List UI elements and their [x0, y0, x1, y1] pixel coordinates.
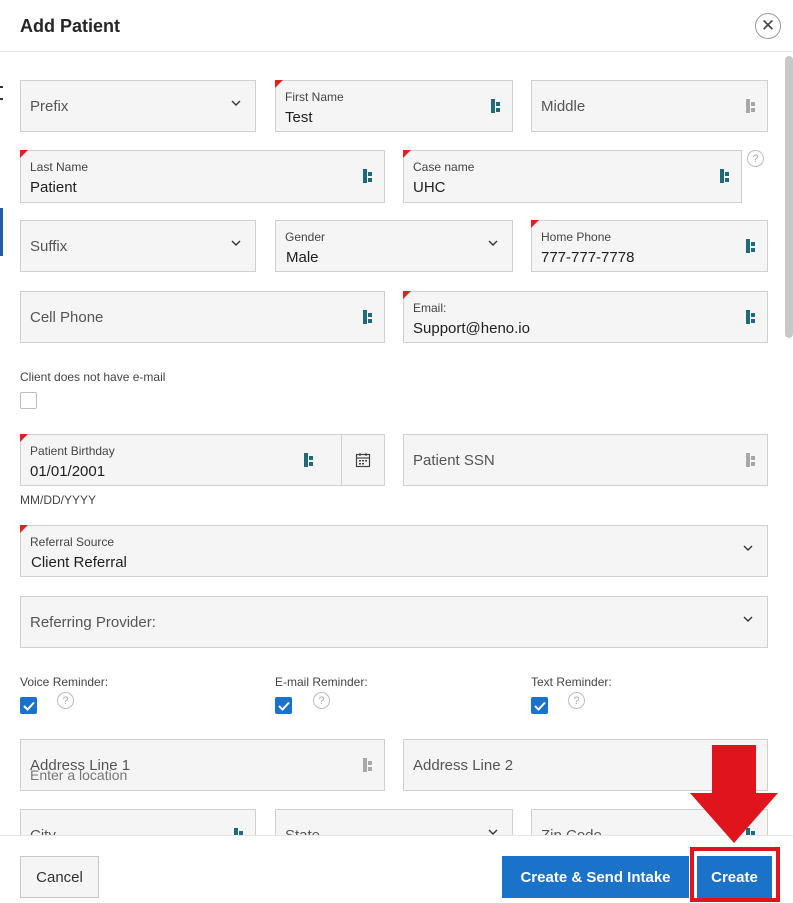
password-manager-icon[interactable] [745, 452, 757, 468]
password-manager-icon[interactable] [745, 238, 757, 254]
suffix-select[interactable]: Suffix [20, 220, 256, 272]
home-phone-label: Home Phone [541, 230, 612, 244]
password-manager-icon[interactable] [362, 168, 374, 184]
checkmark-icon [22, 701, 35, 711]
email-reminder-checkbox[interactable] [275, 697, 292, 714]
gender-select[interactable]: Gender Male [275, 220, 513, 272]
password-manager-icon[interactable] [745, 98, 757, 114]
case-name-value: UHC [413, 179, 446, 196]
required-marker [20, 434, 28, 442]
chevron-down-icon [488, 240, 498, 246]
chevron-down-icon [488, 829, 498, 835]
help-icon[interactable]: ? [568, 692, 585, 709]
password-manager-icon[interactable] [233, 827, 245, 835]
calendar-icon [355, 453, 371, 468]
annotation-highlight-box [690, 847, 780, 902]
password-manager-icon[interactable] [362, 309, 374, 325]
chevron-down-icon [743, 616, 753, 622]
birthday-field[interactable]: Patient Birthday 01/01/2001 [20, 434, 342, 486]
password-manager-icon[interactable] [362, 757, 374, 773]
last-name-field[interactable]: Last Name Patient [20, 150, 385, 203]
state-select[interactable]: State [275, 809, 513, 835]
voice-reminder-checkbox[interactable] [20, 697, 37, 714]
password-manager-icon[interactable] [490, 98, 502, 114]
help-icon[interactable]: ? [313, 692, 330, 709]
case-name-field[interactable]: Case name UHC [403, 150, 742, 203]
state-placeholder: State [285, 827, 320, 835]
dialog-title: Add Patient [20, 16, 121, 36]
checkmark-icon [277, 701, 290, 711]
address-line-1-autocomplete-hint: Enter a location [30, 767, 128, 783]
chevron-down-icon [231, 240, 241, 246]
zip-placeholder: Zip Code [541, 827, 602, 835]
middle-name-field[interactable]: Middle [531, 80, 768, 132]
annotation-arrow [690, 745, 778, 843]
suffix-placeholder: Suffix [30, 238, 68, 255]
referral-source-value: Client Referral [31, 554, 127, 571]
dialog-body: Prefix First Name Test Middle Last Name … [0, 53, 785, 835]
email-field[interactable]: Email: Support@heno.io [403, 291, 768, 343]
required-marker [20, 525, 28, 533]
no-email-checkbox[interactable] [20, 392, 37, 409]
city-field[interactable]: City [20, 809, 256, 835]
prefix-placeholder: Prefix [30, 98, 69, 115]
address-line-2-placeholder: Address Line 2 [413, 757, 514, 774]
dialog-footer: Cancel Create & Send Intake Create [0, 835, 793, 903]
prefix-select[interactable]: Prefix [20, 80, 256, 132]
chevron-down-icon [743, 545, 753, 551]
add-patient-dialog: Add Patient ✕ Prefix First Name Test Mid… [0, 0, 793, 903]
email-value: Support@heno.io [413, 320, 530, 337]
text-reminder-label: Text Reminder: [531, 675, 612, 689]
last-name-value: Patient [30, 179, 77, 196]
required-marker [20, 150, 28, 158]
close-icon: ✕ [760, 16, 776, 35]
home-phone-field[interactable]: Home Phone 777-777-7778 [531, 220, 768, 272]
no-email-label: Client does not have e-mail [20, 370, 166, 384]
email-reminder-label: E-mail Reminder: [275, 675, 368, 689]
first-name-label: First Name [285, 90, 344, 104]
birthday-format-hint: MM/DD/YYYY [20, 493, 97, 507]
city-placeholder: City [30, 827, 56, 835]
password-manager-icon[interactable] [719, 168, 731, 184]
checkmark-icon [533, 701, 546, 711]
required-marker [275, 80, 283, 88]
last-name-label: Last Name [30, 160, 89, 174]
address-line-1-field[interactable]: Address Line 1 Enter a location [20, 739, 385, 791]
cancel-button[interactable]: Cancel [20, 856, 99, 898]
required-marker [403, 291, 411, 299]
create-send-intake-button[interactable]: Create & Send Intake [502, 856, 689, 898]
ssn-field[interactable]: Patient SSN [403, 434, 768, 486]
home-phone-value: 777-777-7778 [541, 249, 635, 266]
referral-source-select[interactable]: Referral Source Client Referral [20, 525, 768, 577]
help-icon[interactable]: ? [57, 692, 74, 709]
text-reminder-checkbox[interactable] [531, 697, 548, 714]
required-marker [403, 150, 411, 158]
cell-phone-field[interactable]: Cell Phone [20, 291, 385, 343]
dialog-header: Add Patient ✕ [0, 0, 793, 52]
birthday-value: 01/01/2001 [30, 463, 106, 480]
gender-label: Gender [285, 230, 326, 244]
help-icon[interactable]: ? [747, 150, 764, 167]
password-manager-icon[interactable] [745, 309, 757, 325]
referring-provider-select[interactable]: Referring Provider: [20, 596, 768, 648]
case-name-label: Case name [413, 160, 475, 174]
voice-reminder-label: Voice Reminder: [20, 675, 109, 689]
scrollbar[interactable] [785, 56, 793, 338]
gender-value: Male [286, 249, 319, 266]
required-marker [531, 220, 539, 228]
first-name-value: Test [285, 109, 313, 126]
cell-phone-placeholder: Cell Phone [30, 309, 104, 326]
close-button[interactable]: ✕ [755, 13, 781, 39]
password-manager-icon[interactable] [303, 452, 315, 468]
referring-provider-placeholder: Referring Provider: [30, 614, 156, 631]
calendar-button[interactable] [341, 434, 385, 486]
email-label: Email: [413, 301, 447, 315]
ssn-placeholder: Patient SSN [413, 452, 495, 469]
first-name-field[interactable]: First Name Test [275, 80, 513, 132]
birthday-label: Patient Birthday [30, 444, 115, 458]
chevron-down-icon [231, 100, 241, 106]
referral-source-label: Referral Source [30, 535, 115, 549]
middle-placeholder: Middle [541, 98, 586, 115]
